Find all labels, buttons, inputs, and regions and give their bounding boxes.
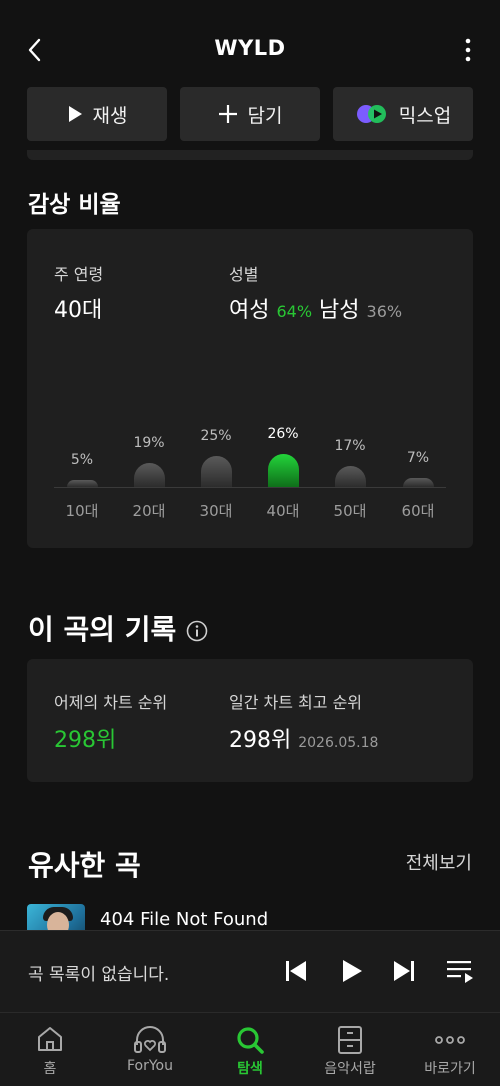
bar-percent-label: 26% bbox=[267, 426, 299, 442]
records-title-row: 이 곡의 기록 bbox=[28, 608, 208, 648]
playlist-icon[interactable] bbox=[446, 958, 474, 984]
female-percent: 64% bbox=[276, 302, 313, 321]
age-bar bbox=[201, 456, 232, 487]
previous-icon[interactable] bbox=[283, 958, 309, 984]
bar-percent-label: 25% bbox=[200, 428, 232, 444]
album-thumbnail bbox=[27, 904, 85, 930]
gender-label: 성별 bbox=[229, 265, 259, 284]
bar-percent-label: 7% bbox=[406, 450, 430, 466]
bar-percent-label: 19% bbox=[133, 435, 165, 451]
top-bar: WYLD bbox=[0, 0, 500, 100]
more-menu-icon[interactable] bbox=[462, 36, 474, 64]
mixup-button[interactable]: 믹스업 bbox=[333, 87, 473, 141]
tab-shortcuts-label: 바로가기 bbox=[424, 1061, 476, 1077]
bar-age-label: 20대 bbox=[132, 502, 166, 520]
play-button[interactable]: 재생 bbox=[27, 87, 167, 141]
chart-baseline bbox=[54, 487, 446, 488]
add-button-label: 담기 bbox=[247, 104, 283, 127]
tab-search-label: 탐색 bbox=[237, 1061, 263, 1077]
best-rank-row: 298위 2026.05.18 bbox=[229, 722, 378, 754]
bar-percent-label: 5% bbox=[70, 452, 94, 468]
tab-shortcuts[interactable]: 바로가기 bbox=[400, 1013, 500, 1086]
more-dots-icon bbox=[435, 1036, 465, 1044]
tab-foryou-label: ForYou bbox=[126, 1058, 173, 1074]
page-title: WYLD bbox=[214, 36, 286, 60]
yesterday-rank-value: 298위 bbox=[54, 728, 117, 753]
listening-ratio-title: 감상 비율 bbox=[28, 192, 121, 218]
similar-songs-title: 유사한 곡 bbox=[28, 849, 141, 882]
bar-age-label: 10대 bbox=[65, 502, 99, 520]
mixup-icon bbox=[356, 105, 386, 123]
records-title: 이 곡의 기록 bbox=[28, 613, 177, 646]
bar-age-label: 60대 bbox=[401, 502, 435, 520]
tab-drawer[interactable]: 음악서랍 bbox=[300, 1013, 400, 1086]
plus-icon bbox=[218, 105, 237, 123]
player-empty-text: 곡 목록이 없습니다. bbox=[28, 965, 170, 985]
bar-age-label: 50대 bbox=[333, 502, 367, 520]
info-icon[interactable] bbox=[186, 620, 208, 642]
bar-age-label: 30대 bbox=[199, 502, 233, 520]
play-control-icon[interactable] bbox=[340, 958, 364, 984]
best-rank-value: 298위 bbox=[229, 728, 292, 753]
foryou-icon bbox=[134, 1026, 166, 1053]
section-divider bbox=[27, 150, 473, 160]
home-icon bbox=[38, 1027, 62, 1051]
mini-player: 곡 목록이 없습니다. bbox=[0, 930, 500, 1012]
similar-song-row[interactable]: 404 File Not Found bbox=[27, 904, 500, 930]
next-icon[interactable] bbox=[391, 958, 417, 984]
age-label: 주 연령 bbox=[54, 265, 104, 284]
bar-percent-label: 17% bbox=[334, 438, 366, 454]
tab-search[interactable]: 탐색 bbox=[200, 1013, 300, 1086]
age-bar bbox=[403, 478, 434, 487]
age-value: 40대 bbox=[54, 298, 103, 323]
best-rank-label: 일간 차트 최고 순위 bbox=[229, 693, 363, 712]
yesterday-rank-label: 어제의 차트 순위 bbox=[54, 693, 168, 712]
drawer-icon bbox=[338, 1026, 362, 1054]
gender-values: 여성 64% 남성 36% bbox=[229, 292, 402, 324]
age-bar bbox=[134, 463, 165, 487]
best-rank-date: 2026.05.18 bbox=[298, 735, 379, 751]
see-all-link[interactable]: 전체보기 bbox=[406, 849, 472, 875]
tab-foryou[interactable]: ForYou bbox=[100, 1013, 200, 1086]
male-percent: 36% bbox=[366, 302, 403, 321]
male-label: 남성 bbox=[319, 298, 360, 323]
tab-drawer-label: 음악서랍 bbox=[324, 1061, 376, 1077]
action-buttons: 재생 담기 믹스업 bbox=[27, 87, 473, 141]
mixup-button-label: 믹스업 bbox=[398, 104, 452, 127]
play-icon bbox=[68, 106, 82, 122]
search-icon bbox=[237, 1027, 264, 1054]
female-label: 여성 bbox=[229, 298, 270, 323]
records-card: 어제의 차트 순위 298위 일간 차트 최고 순위 298위 2026.05.… bbox=[27, 659, 473, 782]
age-bar bbox=[268, 454, 299, 487]
tab-home[interactable]: 홈 bbox=[0, 1013, 100, 1086]
tab-home-label: 홈 bbox=[43, 1061, 57, 1077]
play-button-label: 재생 bbox=[92, 104, 128, 127]
add-button[interactable]: 담기 bbox=[180, 87, 320, 141]
bar-age-label: 40대 bbox=[266, 502, 300, 520]
bottom-tab-bar: 홈 ForYou 탐색 음악서랍 바로가기 bbox=[0, 1012, 500, 1086]
similar-song-title: 404 File Not Found bbox=[100, 909, 269, 930]
age-bar bbox=[67, 480, 98, 487]
